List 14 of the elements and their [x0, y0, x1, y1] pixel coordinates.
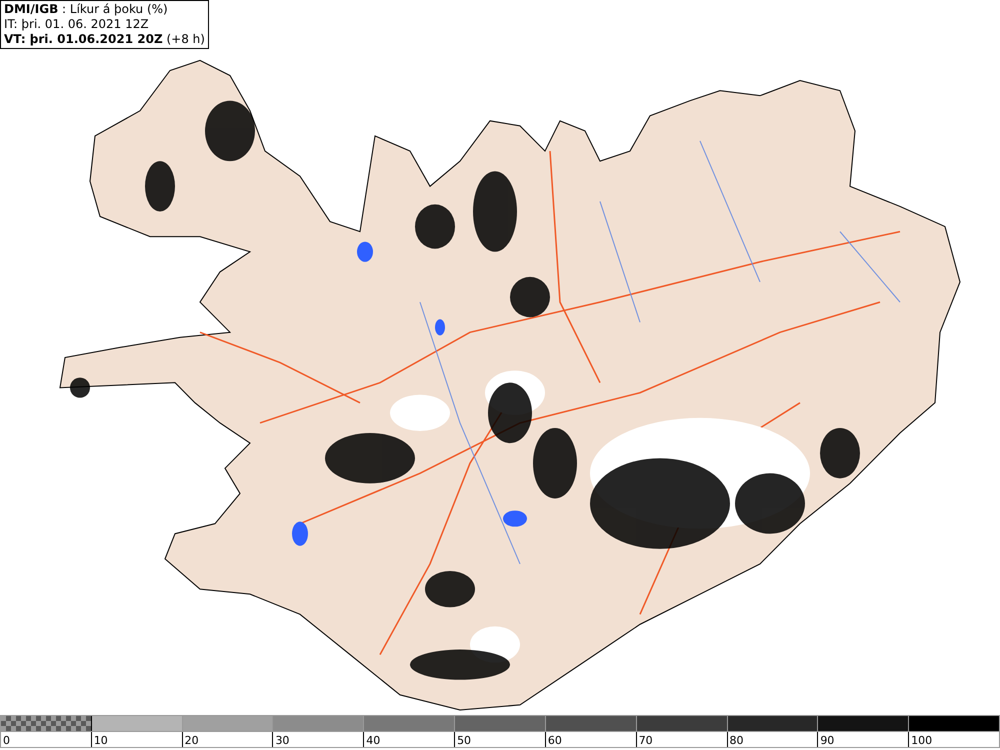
- title-line: VT: þri. 01.06.2021 20Z (+8 h): [4, 32, 205, 47]
- legend-label: 90: [819, 734, 834, 747]
- legend-label: 30: [274, 734, 290, 747]
- legend-label: 40: [365, 734, 380, 747]
- title-line: DMI/IGB : Líkur á þoku (%): [4, 2, 169, 17]
- legend-label: 50: [456, 734, 472, 747]
- legend-label: 70: [638, 734, 653, 747]
- legend-label: 0: [2, 734, 10, 747]
- legend-label: 10: [92, 734, 108, 747]
- legend-label: 60: [546, 734, 562, 747]
- legend-label: 100: [910, 734, 932, 747]
- legend-label: 20: [184, 734, 199, 747]
- legend-label: 80: [728, 734, 744, 747]
- title-line: IT: þri. 01. 06. 2021 12Z: [4, 17, 150, 32]
